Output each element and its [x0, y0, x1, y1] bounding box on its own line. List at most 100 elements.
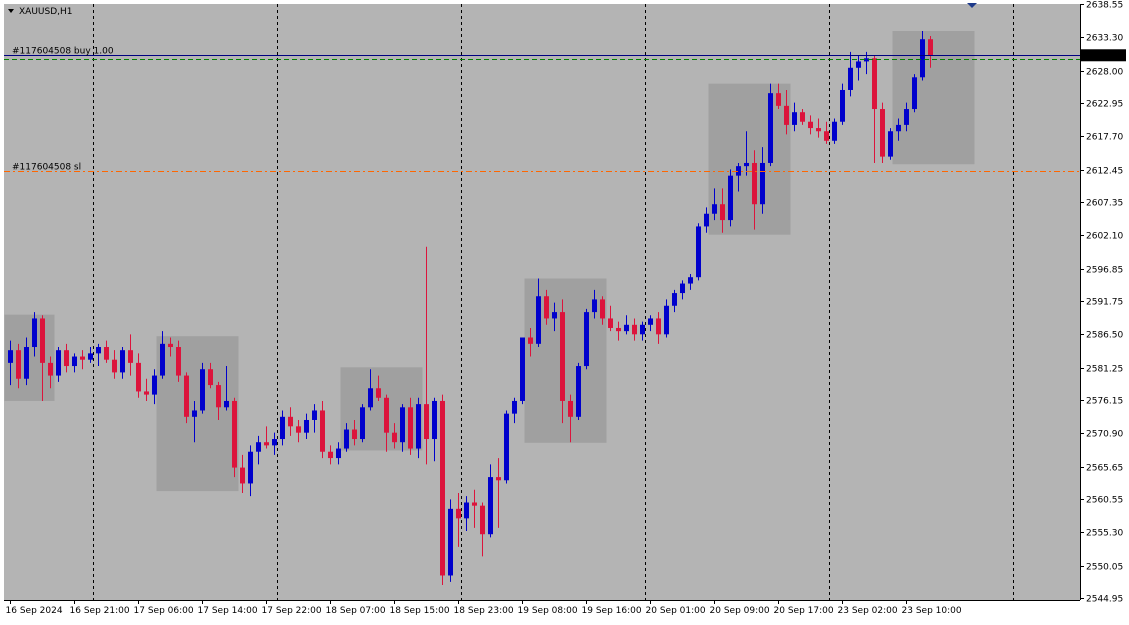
- candle-body: [664, 305, 669, 335]
- time-tick-label: 17 Sep 22:00: [262, 606, 322, 616]
- candle-body: [408, 407, 413, 449]
- candle-body: [768, 93, 773, 163]
- candle-body: [16, 350, 21, 379]
- candle-body: [744, 162, 749, 167]
- price-tick-label: 2581.25: [1086, 365, 1123, 375]
- candle-body: [480, 505, 485, 535]
- candle-body: [896, 124, 901, 132]
- candle-body: [488, 477, 493, 535]
- price-tick-label: 2555.30: [1086, 529, 1123, 539]
- candle-body: [504, 413, 509, 481]
- order-line-label: #117604508 sl: [12, 163, 81, 173]
- candle-body: [384, 397, 389, 433]
- candle-body: [392, 432, 397, 443]
- candle-body: [872, 58, 877, 110]
- candle-body: [176, 347, 181, 376]
- price-tick-label: 2602.10: [1086, 232, 1123, 242]
- symbol-title: XAUUSD,H1: [19, 7, 73, 17]
- candle-body: [912, 77, 917, 110]
- candle-body: [552, 312, 557, 319]
- candle-body: [288, 416, 293, 427]
- candle-body: [120, 350, 125, 373]
- candle-body: [56, 350, 61, 376]
- candle-body: [784, 105, 789, 125]
- candle-body: [776, 93, 781, 106]
- bid-price-label: 2630.47: [1085, 51, 1122, 61]
- candle-body: [416, 404, 421, 449]
- price-tick-label: 2612.45: [1086, 167, 1123, 177]
- candle-body: [344, 429, 349, 449]
- candle-body: [696, 226, 701, 278]
- candle-body: [712, 204, 717, 214]
- order-line-label: #117604508 buy 1.00: [12, 47, 114, 57]
- time-tick-label: 16 Sep 21:00: [70, 606, 130, 616]
- candle-body: [616, 327, 621, 332]
- price-tick-label: 2638.55: [1086, 1, 1123, 11]
- price-tick-label: 2565.65: [1086, 464, 1123, 474]
- candle-body: [672, 293, 677, 306]
- candle-body: [208, 369, 213, 386]
- candle-body: [496, 477, 501, 481]
- candle-body: [368, 388, 373, 408]
- candle-body: [424, 404, 429, 440]
- price-tick-label: 2633.30: [1086, 34, 1123, 44]
- candle-body: [528, 337, 533, 344]
- candle-body: [32, 318, 37, 348]
- candle-body: [360, 407, 365, 440]
- candle-body: [24, 347, 29, 379]
- price-zone: [892, 30, 975, 165]
- candle-body: [104, 347, 109, 360]
- price-tick-label: 2622.95: [1086, 100, 1123, 110]
- price-chart[interactable]: #117604508 buy 1.00 #117604508 sl 2638.55…: [0, 0, 1129, 625]
- price-zone: [156, 336, 239, 492]
- candle-body: [192, 410, 197, 417]
- candle-body: [376, 388, 381, 398]
- candle-body: [808, 121, 813, 129]
- candle-body: [312, 410, 317, 420]
- candle-body: [248, 451, 253, 484]
- time-tick-label: 16 Sep 2024: [6, 606, 63, 616]
- price-tick-label: 2576.15: [1086, 397, 1123, 407]
- candle-body: [128, 350, 133, 363]
- time-tick-label: 18 Sep 15:00: [390, 606, 450, 616]
- candle-body: [624, 324, 629, 332]
- time-tick-label: 17 Sep 14:00: [198, 606, 258, 616]
- candle-body: [560, 312, 565, 401]
- candle-body: [280, 416, 285, 440]
- time-tick-label: 19 Sep 08:00: [518, 606, 578, 616]
- candle-body: [256, 442, 261, 452]
- candle-body: [592, 299, 597, 313]
- candle-body: [688, 277, 693, 284]
- price-tick-label: 2596.85: [1086, 266, 1123, 276]
- candle-body: [112, 359, 117, 373]
- candle-body: [464, 502, 469, 519]
- candle-body: [216, 385, 221, 408]
- time-tick-label: 17 Sep 06:00: [134, 606, 194, 616]
- candle-body: [760, 162, 765, 205]
- candle-body: [608, 318, 613, 328]
- candle-body: [752, 162, 757, 205]
- candle-body: [856, 61, 861, 68]
- candle-body: [184, 375, 189, 417]
- time-tick-label: 20 Sep 01:00: [646, 606, 706, 616]
- candle-body: [472, 502, 477, 506]
- candle-body: [64, 350, 69, 367]
- candle-body: [144, 391, 149, 395]
- price-tick-label: 2560.55: [1086, 496, 1123, 506]
- candle-body: [80, 356, 85, 360]
- candle-body: [320, 410, 325, 452]
- candle-body: [432, 400, 437, 440]
- time-tick-label: 20 Sep 17:00: [774, 606, 834, 616]
- candle-body: [544, 296, 549, 319]
- candle-body: [224, 400, 229, 408]
- candle-body: [352, 429, 357, 440]
- candle-body: [704, 213, 709, 227]
- time-tick-label: 18 Sep 07:00: [326, 606, 386, 616]
- candle-body: [168, 343, 173, 348]
- candle-body: [536, 296, 541, 344]
- candle-body: [264, 442, 269, 446]
- candle-body: [160, 343, 165, 376]
- candle-body: [632, 324, 637, 335]
- candle-body: [512, 400, 517, 414]
- candle-body: [584, 312, 589, 367]
